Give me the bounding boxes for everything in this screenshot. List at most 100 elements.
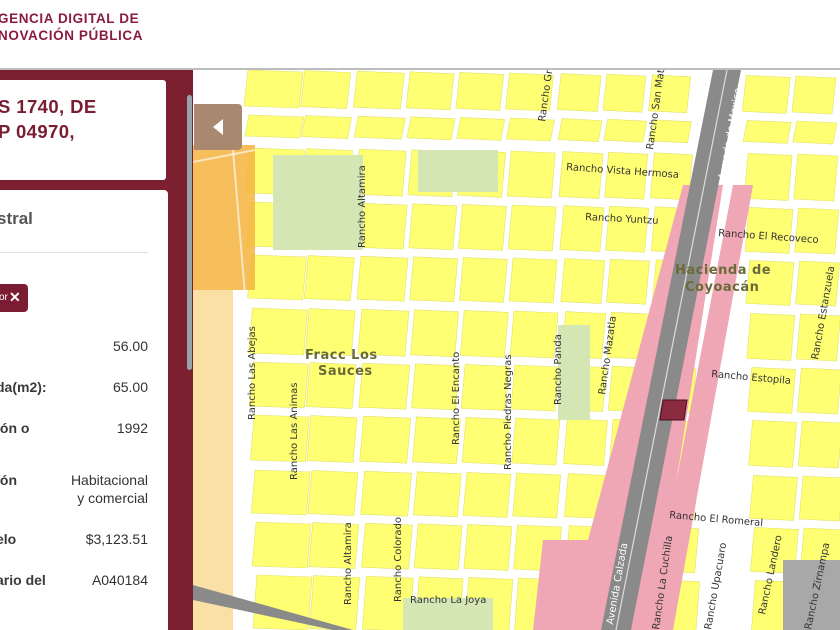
city-block bbox=[413, 523, 463, 571]
city-block bbox=[563, 418, 608, 466]
city-block bbox=[306, 415, 358, 463]
city-block bbox=[406, 116, 456, 141]
city-block bbox=[741, 75, 791, 114]
city-block bbox=[560, 258, 606, 304]
label-hacienda-de: Hacienda de bbox=[675, 263, 771, 278]
city-block bbox=[746, 313, 796, 361]
filter-chip-label: or bbox=[0, 292, 8, 303]
field-label: elo bbox=[0, 531, 17, 547]
city-block bbox=[459, 310, 509, 358]
field-value-line-2: y comercial bbox=[77, 490, 148, 506]
city-block bbox=[301, 115, 352, 139]
city-block bbox=[359, 415, 412, 464]
city-block bbox=[409, 256, 459, 303]
city-block bbox=[557, 118, 603, 142]
city-block bbox=[459, 257, 508, 303]
map-canvas[interactable]: Fracc Los Sauces Hacienda de Coyoacán Ra… bbox=[193, 70, 840, 630]
street-la-joya: Rancho La Joya bbox=[410, 595, 486, 606]
sidebar-scrollbar[interactable] bbox=[187, 95, 192, 370]
city-block bbox=[798, 475, 840, 522]
brand-line-2: NOVACIÓN PÚBLICA bbox=[0, 28, 144, 43]
city-block bbox=[509, 310, 559, 359]
city-block bbox=[742, 120, 792, 144]
cadastral-info-card bbox=[0, 190, 168, 630]
city-block bbox=[460, 364, 510, 411]
city-block bbox=[412, 471, 462, 518]
close-icon[interactable]: ✕ bbox=[9, 289, 21, 306]
city-block bbox=[791, 75, 837, 115]
selected-parcel[interactable] bbox=[659, 399, 688, 421]
city-block bbox=[511, 417, 561, 466]
zone-orange bbox=[193, 145, 255, 290]
city-block bbox=[797, 367, 840, 415]
collapse-panel-button[interactable] bbox=[194, 104, 242, 150]
address-line-1: S 1740, DE bbox=[0, 96, 97, 117]
city-block bbox=[251, 521, 312, 569]
city-block bbox=[455, 72, 505, 111]
city-block bbox=[556, 73, 602, 112]
field-label: da(m2): bbox=[0, 379, 47, 395]
city-block bbox=[793, 153, 839, 202]
street-las-abejas: Rancho Las Abejas bbox=[247, 326, 258, 420]
city-block bbox=[794, 207, 840, 255]
city-block bbox=[307, 470, 359, 516]
label-sauces: Sauces bbox=[318, 364, 373, 379]
city-block bbox=[507, 204, 557, 252]
street-colorado: Rancho Colorado bbox=[393, 517, 404, 602]
city-block bbox=[456, 117, 506, 141]
city-block bbox=[463, 524, 513, 571]
app-header: GENCIA DIGITAL DE NOVACIÓN PÚBLICA bbox=[0, 0, 840, 70]
section-title: stral bbox=[0, 209, 33, 228]
city-block bbox=[603, 118, 648, 143]
street-altamira-top: Rancho Altamira bbox=[357, 165, 368, 248]
street-las-animas: Rancho Las Animas bbox=[289, 383, 300, 480]
city-block bbox=[506, 150, 556, 199]
label-fracc-los: Fracc Los bbox=[305, 348, 378, 363]
city-block bbox=[303, 255, 355, 301]
filter-chip[interactable]: or ✕ bbox=[0, 284, 28, 312]
field-value: 65.00 bbox=[112, 379, 148, 395]
city-block bbox=[405, 71, 455, 111]
city-block bbox=[508, 257, 558, 304]
field-label: ión o bbox=[0, 420, 30, 436]
city-block bbox=[353, 70, 405, 110]
field-value: 56.00 bbox=[112, 338, 148, 354]
city-block bbox=[792, 120, 838, 145]
park-2 bbox=[418, 150, 498, 192]
street-altamira-bottom: Rancho Altamira bbox=[343, 522, 354, 605]
label-coyoacan: Coyoacán bbox=[685, 280, 759, 295]
city-block bbox=[510, 364, 560, 412]
city-block bbox=[749, 475, 798, 521]
section-divider bbox=[0, 252, 148, 253]
address-line-2: P 04970, bbox=[0, 121, 75, 142]
city-block bbox=[300, 70, 352, 109]
chevron-left-icon bbox=[213, 119, 223, 135]
city-block bbox=[360, 470, 412, 517]
map-view[interactable]: Fracc Los Sauces Hacienda de Coyoacán Ra… bbox=[193, 70, 840, 630]
city-block bbox=[249, 414, 310, 463]
field-label: : bbox=[0, 338, 1, 354]
field-value: 1992 bbox=[116, 420, 148, 436]
park-1 bbox=[273, 155, 363, 250]
city-block bbox=[512, 472, 562, 519]
city-block bbox=[244, 114, 305, 139]
city-block bbox=[748, 420, 797, 468]
city-block bbox=[606, 258, 650, 305]
city-block bbox=[247, 254, 307, 301]
street-panda: Rancho Panda bbox=[553, 334, 564, 405]
city-block bbox=[462, 472, 512, 518]
city-block bbox=[410, 309, 459, 358]
field-value: Habitacional bbox=[70, 472, 148, 488]
city-block bbox=[458, 204, 507, 251]
street-el-encanto: Rancho El Encanto bbox=[451, 352, 462, 445]
field-value: $3,123.51 bbox=[85, 531, 148, 547]
city-block bbox=[797, 420, 840, 469]
street-piedras-negras: Rancho Piedras Negras bbox=[503, 355, 514, 470]
city-block bbox=[356, 255, 409, 302]
city-block bbox=[602, 73, 647, 113]
zone-beige bbox=[193, 290, 233, 630]
city-block bbox=[408, 203, 458, 251]
brand-line-1: GENCIA DIGITAL DE bbox=[0, 11, 140, 26]
city-block bbox=[243, 70, 304, 109]
city-block bbox=[361, 522, 413, 570]
